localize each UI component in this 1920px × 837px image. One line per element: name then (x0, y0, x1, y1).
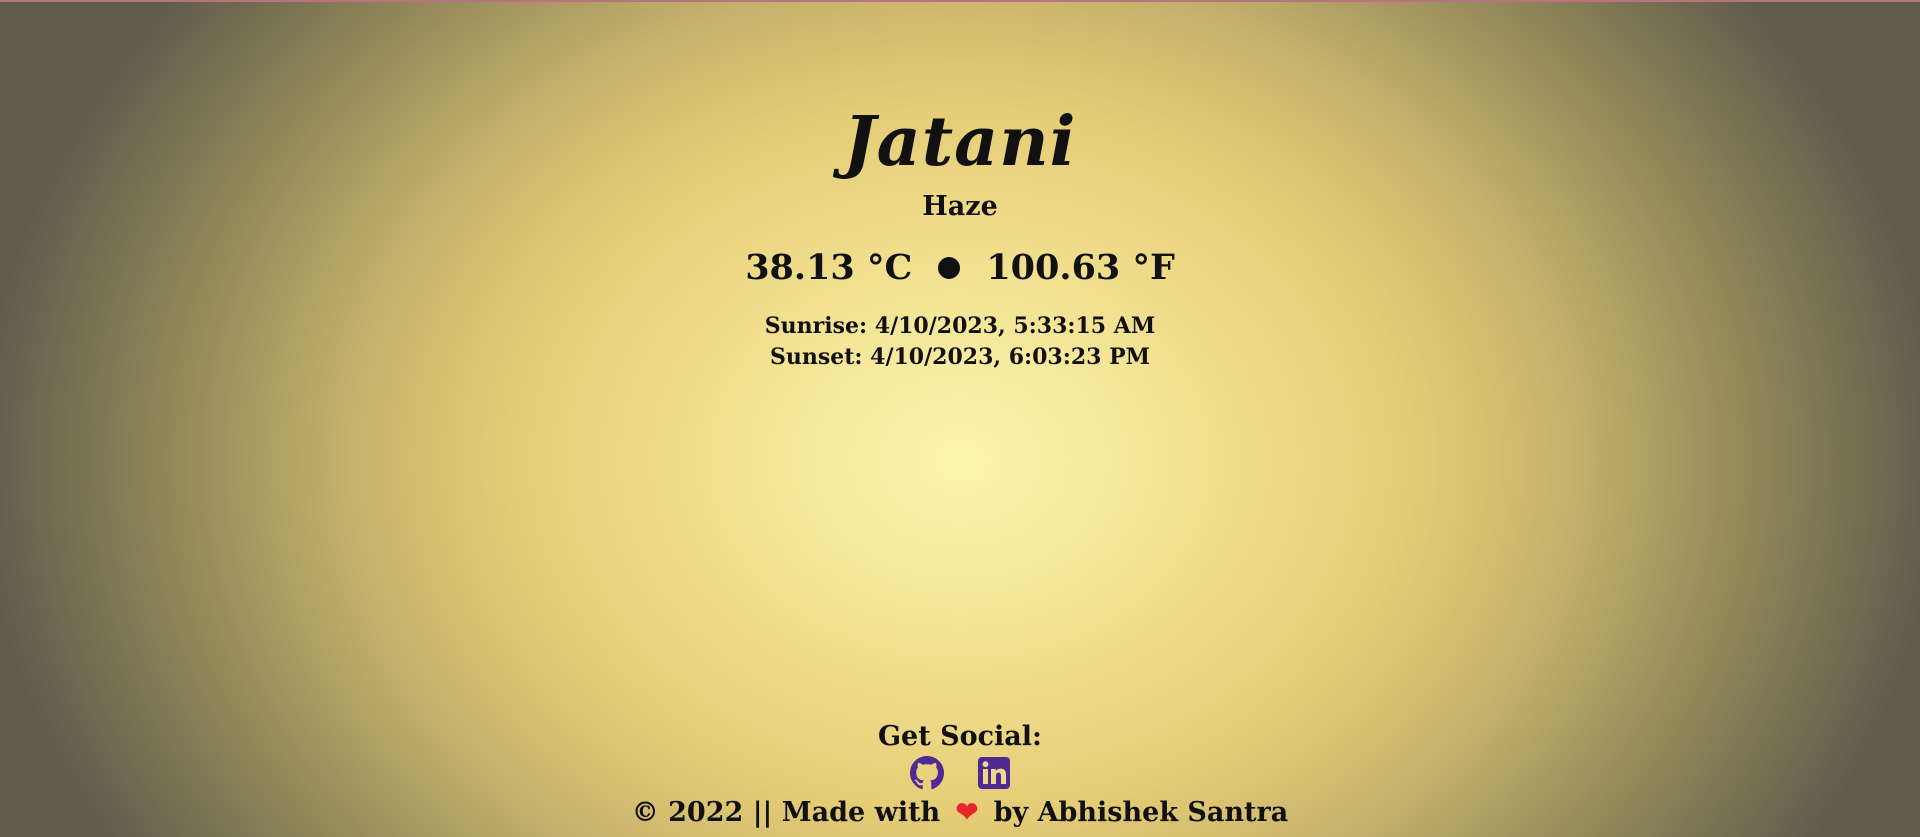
separator-dot (938, 257, 961, 279)
social-heading: Get Social: (877, 721, 1043, 752)
copyright-prefix: © 2022 || Made with (631, 797, 941, 828)
copyright-line: © 2022 || Made with ❤ by Abhishek Santra (0, 794, 1920, 832)
heart-icon: ❤ (955, 797, 979, 828)
weather-panel: Jatani Haze 38.13 °C 100.63 °F Sunrise: … (0, 102, 1920, 373)
linkedin-icon (977, 757, 1010, 789)
sunrise-text: Sunrise: 4/10/2023, 5:33:15 AM (764, 313, 1156, 339)
linkedin-link[interactable] (977, 756, 1011, 790)
temperature-row: 38.13 °C 100.63 °F (0, 247, 1920, 289)
sunset-text: Sunset: 4/10/2023, 6:03:23 PM (769, 344, 1151, 370)
copyright-suffix: by Abhishek Santra (993, 797, 1289, 828)
weather-condition: Haze (922, 191, 998, 222)
github-icon (909, 756, 944, 790)
city-name: Jatani (843, 102, 1077, 182)
social-links (0, 756, 1920, 792)
github-link[interactable] (909, 756, 944, 790)
sun-times: Sunrise: 4/10/2023, 5:33:15 AM Sunset: 4… (0, 311, 1920, 373)
temperature-celsius: 38.13 °C (745, 247, 913, 288)
temperature-fahrenheit: 100.63 °F (986, 247, 1175, 288)
footer: Get Social: © 2022 || Made with ❤ by Abh… (0, 720, 1920, 832)
